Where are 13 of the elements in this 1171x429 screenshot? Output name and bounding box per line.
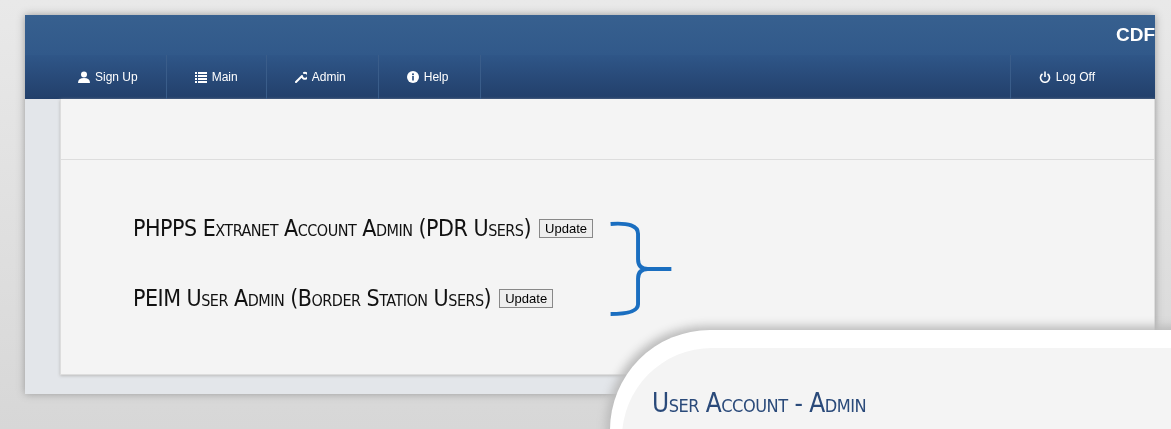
admin-section-label: PEIM User Admin (Border Station Users): [133, 285, 492, 311]
info-icon: [406, 71, 419, 83]
page-title: User Account - Admin: [652, 388, 867, 418]
brace-icon: [608, 220, 672, 318]
list-icon: [194, 71, 207, 83]
update-button[interactable]: Update: [539, 218, 593, 238]
admin-section-label: PHPPS Extranet Account Admin (PDR Users): [133, 215, 532, 241]
wrench-icon: [294, 71, 307, 83]
user-icon: [78, 71, 90, 83]
update-button[interactable]: Update: [499, 288, 554, 308]
site-title: CDF: [1115, 24, 1155, 46]
log-off-link[interactable]: Log Off: [1010, 55, 1155, 99]
power-icon: [1038, 71, 1051, 83]
